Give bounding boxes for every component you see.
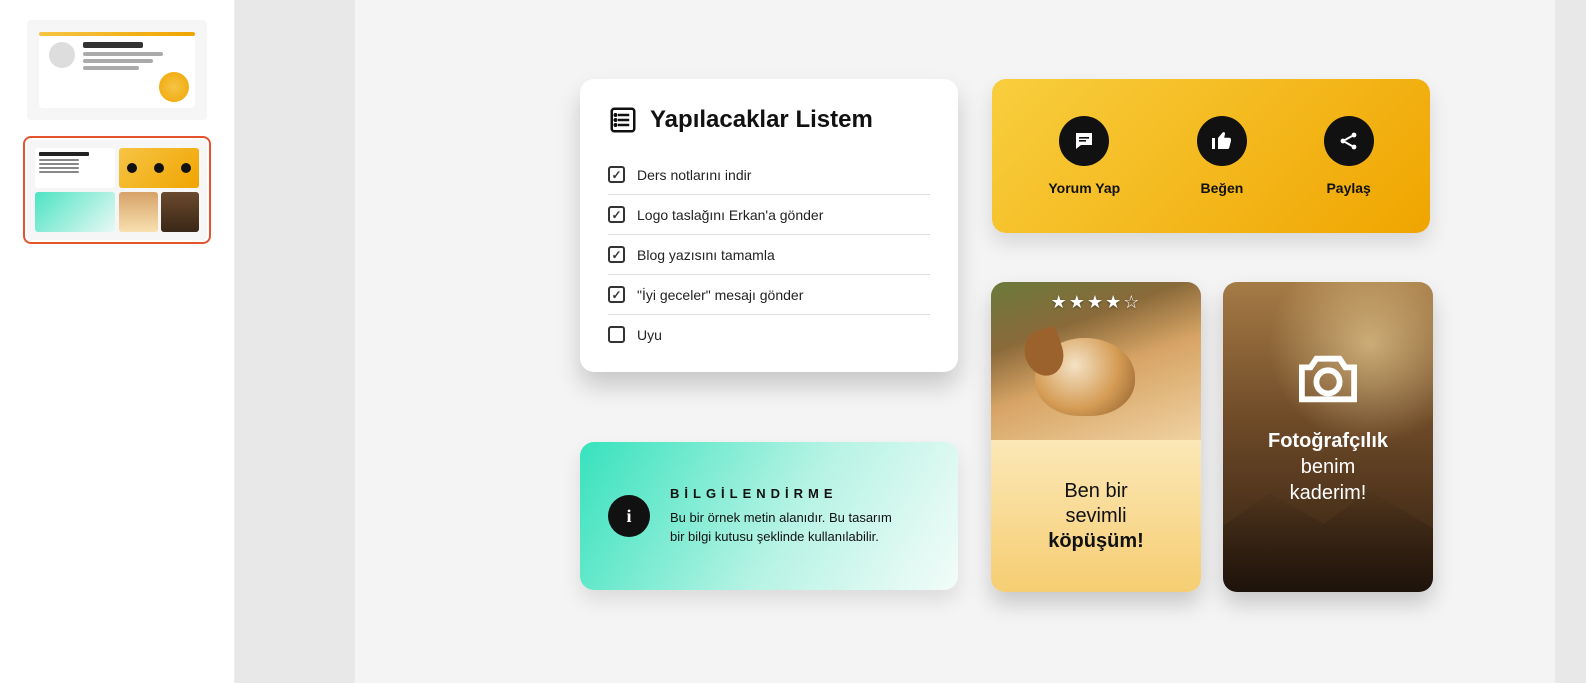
todo-title: Yapılacaklar Listem [650,106,873,134]
todo-item[interactable]: Uyu [608,315,930,354]
checkbox-icon[interactable] [608,326,625,343]
action-card: Yorum Yap Beğen Paylaş [992,79,1430,233]
star-rating: ★★★★☆ [991,292,1201,313]
todo-item[interactable]: Blog yazısını tamamla [608,235,930,275]
slide-canvas[interactable]: Yapılacaklar Listem Ders notlarını indir… [235,0,1586,683]
photo-card[interactable]: Fotoğrafçılık benim kaderim! [1223,282,1433,592]
share-button[interactable]: Paylaş [1324,116,1374,196]
slide-thumbnail-1[interactable] [27,20,207,120]
list-icon [608,105,638,135]
slide-thumbnail-2[interactable] [27,140,207,240]
slide-thumbnail-panel [0,0,235,683]
dog-card[interactable]: ★★★★☆ Ben bir sevimli köpüşüm! [991,282,1201,592]
action-label: Paylaş [1326,180,1370,196]
todo-card[interactable]: Yapılacaklar Listem Ders notlarını indir… [580,79,958,372]
like-button[interactable]: Beğen [1197,116,1247,196]
comment-button[interactable]: Yorum Yap [1048,116,1120,196]
action-label: Yorum Yap [1048,180,1120,196]
checkbox-icon[interactable] [608,206,625,223]
todo-item-label: Logo taslağını Erkan'a gönder [637,207,823,223]
checkbox-icon[interactable] [608,166,625,183]
info-icon: i [608,495,650,537]
app-window: Yapılacaklar Listem Ders notlarını indir… [0,0,1586,683]
todo-item[interactable]: Ders notlarını indir [608,155,930,195]
action-label: Beğen [1201,180,1244,196]
thumbs-up-icon [1210,129,1234,153]
share-icon [1337,129,1361,153]
info-heading: BİLGİLENDİRME [670,486,900,501]
todo-item-label: Ders notlarını indir [637,167,751,183]
checkbox-icon[interactable] [608,286,625,303]
todo-item[interactable]: "İyi geceler" mesajı gönder [608,275,930,315]
comment-icon [1072,129,1096,153]
todo-item-label: "İyi geceler" mesajı gönder [637,287,803,303]
todo-item[interactable]: Logo taslağını Erkan'a gönder [608,195,930,235]
camera-icon [1293,350,1363,408]
info-body: Bu bir örnek metin alanıdır. Bu tasarım … [670,509,900,545]
todo-list: Ders notlarını indir Logo taslağını Erka… [608,155,930,354]
slide-content: Yapılacaklar Listem Ders notlarını indir… [355,0,1555,683]
dog-image: ★★★★☆ [991,282,1201,440]
todo-item-label: Uyu [637,327,662,343]
dog-caption: Ben bir sevimli köpüşüm! [1048,479,1144,554]
checkbox-icon[interactable] [608,246,625,263]
info-card[interactable]: i BİLGİLENDİRME Bu bir örnek metin alanı… [580,442,958,590]
todo-item-label: Blog yazısını tamamla [637,247,775,263]
